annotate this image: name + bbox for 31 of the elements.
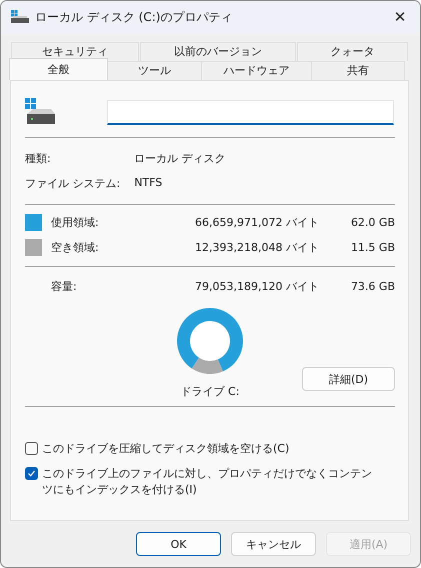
space-label: 容量: bbox=[51, 279, 78, 294]
drive-icon bbox=[11, 10, 29, 24]
drive-icon bbox=[25, 98, 55, 126]
name-field[interactable] bbox=[107, 100, 394, 124]
tab[interactable]: 共有 bbox=[311, 61, 405, 80]
checkbox-label: このドライブ上のファイルに対し、プロパティだけでなくコンテンツにもインデックスを付ける(I) bbox=[42, 466, 373, 498]
tab[interactable]: 以前のバージョン bbox=[140, 42, 296, 61]
tab[interactable]: クォータ bbox=[296, 42, 408, 61]
byte-count: 66,659,971,072 バイト bbox=[194, 215, 319, 230]
checkbox[interactable] bbox=[25, 442, 38, 455]
dialog-button[interactable]: キャンセル bbox=[231, 532, 316, 556]
window-title: ローカル ディスク (C:)のプロパティ bbox=[35, 8, 234, 26]
field-value: NTFS bbox=[134, 176, 164, 191]
tab[interactable]: 全般 bbox=[9, 58, 108, 80]
size-value: 62.0 GB bbox=[350, 216, 395, 229]
byte-count: 12,393,218,048 バイト bbox=[194, 240, 319, 255]
field-value: ローカル ディスク bbox=[134, 151, 227, 166]
drive-label: ドライブ C: bbox=[180, 384, 240, 399]
size-value: 11.5 GB bbox=[350, 241, 395, 254]
field-label: ファイル システム: bbox=[25, 176, 120, 191]
dialog-button[interactable]: OK bbox=[136, 532, 221, 556]
space-label: 使用領域: bbox=[51, 215, 100, 230]
size-value: 73.6 GB bbox=[350, 280, 395, 293]
field-label: 種類: bbox=[25, 151, 52, 166]
space-label: 空き領域: bbox=[51, 240, 100, 255]
checkbox-label: このドライブを圧縮してディスク領域を空ける(C) bbox=[42, 441, 290, 457]
checkbox[interactable] bbox=[25, 467, 38, 480]
byte-count: 79,053,189,120 バイト bbox=[194, 279, 319, 294]
details-button[interactable]: 詳細(D) bbox=[302, 367, 395, 391]
close-button[interactable]: ✕ bbox=[390, 8, 410, 26]
check-icon bbox=[27, 469, 36, 478]
